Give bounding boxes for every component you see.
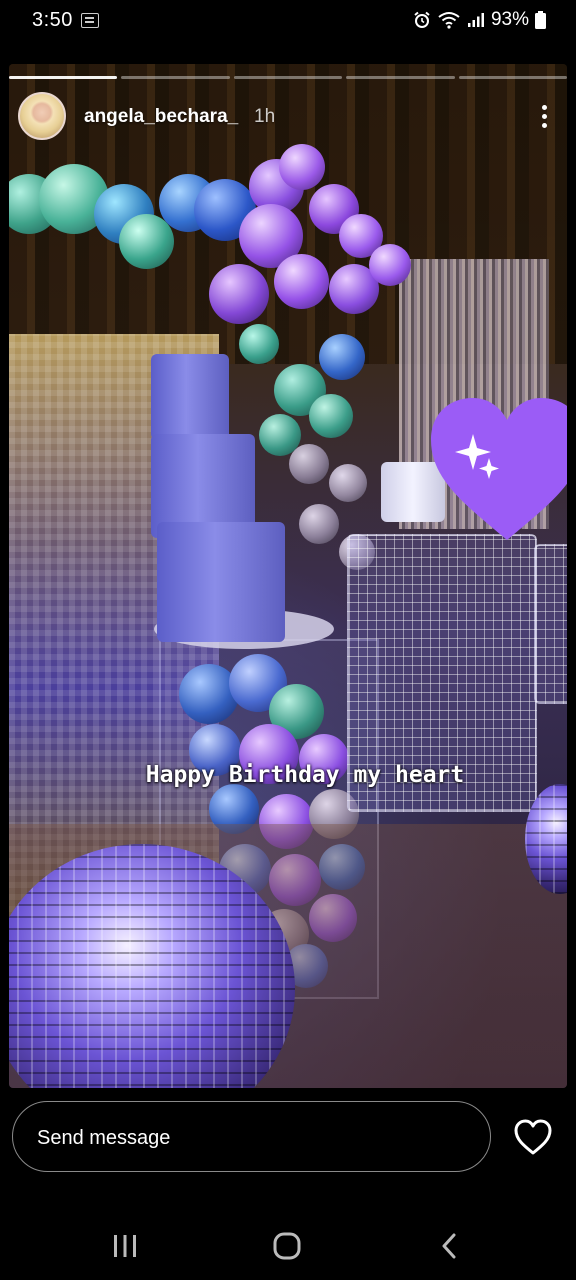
story-progress (9, 76, 568, 79)
story-media[interactable]: Happy Birthday my heart (9, 64, 567, 1088)
heart-outline-icon[interactable] (513, 1118, 553, 1156)
avatar[interactable] (18, 92, 66, 140)
system-nav-bar (0, 1200, 576, 1280)
recent-apps-button[interactable] (100, 1226, 150, 1266)
alarm-icon (414, 11, 430, 28)
more-dot-icon (541, 104, 547, 110)
gallery-notification-icon (81, 13, 99, 28)
progress-segment (9, 76, 118, 79)
more-dot-icon (541, 122, 547, 128)
story-header: angela_bechara_ 1h (18, 92, 558, 142)
progress-segment (233, 76, 343, 79)
story-caption: Happy Birthday my heart (145, 762, 465, 788)
cage-pedestal-right (534, 544, 567, 704)
story-time-ago: 1h (254, 106, 276, 127)
battery-icon (535, 11, 546, 29)
send-message-input[interactable] (37, 1124, 457, 1152)
cake-tier-bottom (157, 522, 285, 642)
username[interactable]: angela_bechara_ (84, 106, 238, 128)
progress-segment (346, 76, 455, 79)
battery-percent: 93% (490, 9, 529, 30)
send-message-field[interactable] (12, 1101, 491, 1172)
purple-heart-sparkles-sticker[interactable] (427, 394, 567, 544)
home-button[interactable] (262, 1226, 312, 1266)
status-bar: 3:50 93% (0, 0, 576, 44)
more-dot-icon (541, 113, 547, 119)
more-options-button[interactable] (530, 102, 558, 130)
cake-tier-top (151, 354, 229, 440)
back-icon (442, 1233, 456, 1259)
signal-icon (467, 13, 484, 27)
progress-segment (458, 76, 568, 79)
recent-apps-icon (114, 1235, 136, 1257)
back-button[interactable] (424, 1226, 474, 1266)
wifi-icon (438, 12, 460, 29)
status-time: 3:50 (32, 9, 73, 31)
progress-segment (121, 76, 230, 79)
status-icons: 93% (413, 9, 546, 31)
home-icon (273, 1232, 301, 1260)
